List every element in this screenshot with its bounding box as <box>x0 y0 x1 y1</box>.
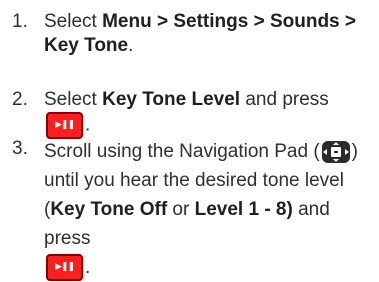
step-text: Scroll using the Navigation Pad ( ) unti… <box>44 137 374 282</box>
play-pause-icon: ▶❚❚ <box>46 112 83 139</box>
play-pause-icon: ▶❚❚ <box>46 254 83 282</box>
step-number: 2. <box>12 89 28 110</box>
step-text: Select Menu > Settings > Sounds > Key To… <box>44 11 356 56</box>
step-text: Select Key Tone Level and press ▶❚❚. <box>44 88 374 139</box>
navigation-pad-icon <box>321 140 351 164</box>
option-name: Key Tone Level <box>102 89 241 110</box>
step-number: 3. <box>12 138 28 159</box>
step-number: 1. <box>12 11 28 32</box>
